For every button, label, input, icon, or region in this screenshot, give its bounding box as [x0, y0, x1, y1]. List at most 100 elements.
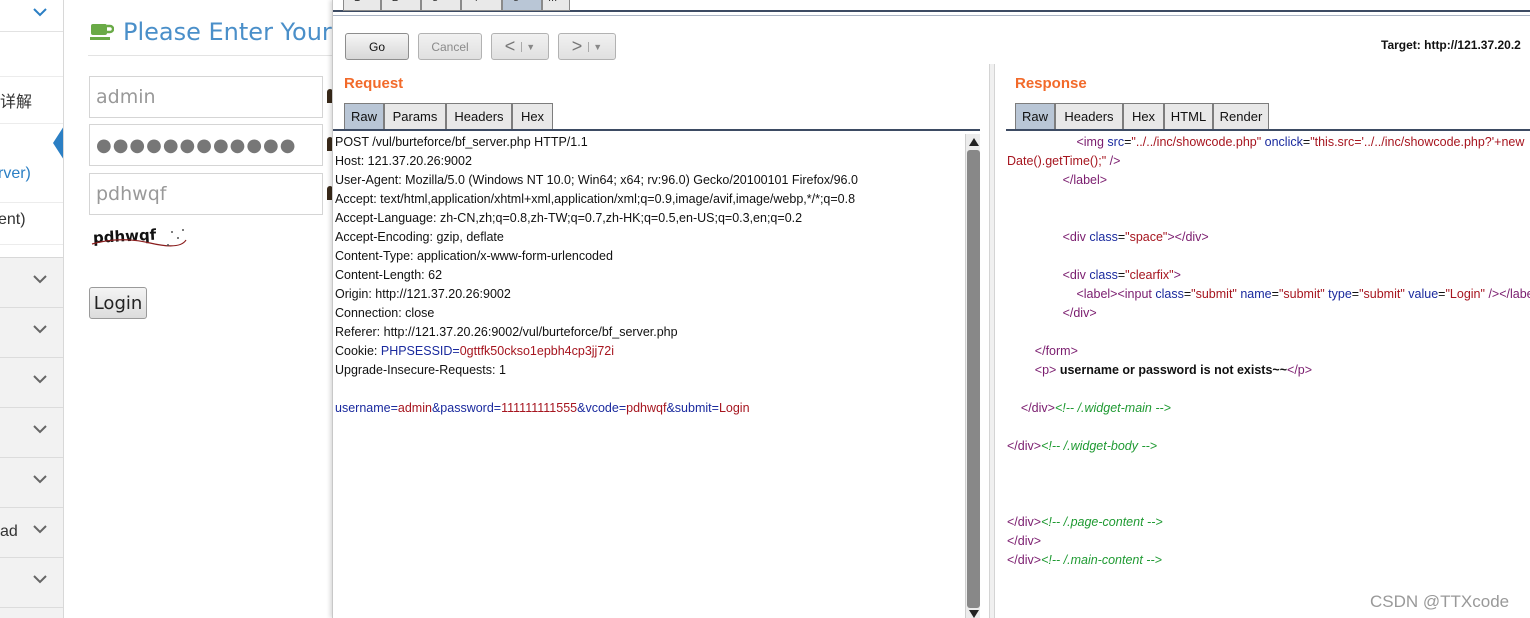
sidebar-group[interactable]: [0, 408, 63, 458]
html-comment: <!-- /.page-content -->: [1041, 515, 1163, 529]
tab-headers[interactable]: Headers: [1055, 103, 1123, 129]
html-comment: <!-- /.widget-body -->: [1041, 439, 1158, 453]
tab-headers[interactable]: Headers: [446, 103, 512, 129]
request-line: POST /vul/burteforce/bf_server.php HTTP/…: [335, 135, 588, 149]
go-button[interactable]: Go: [345, 33, 409, 60]
sidebar-group[interactable]: [0, 458, 63, 508]
forward-button[interactable]: > ▼: [558, 33, 616, 60]
close-icon[interactable]: ×: [481, 0, 487, 4]
error-message: username or password is not exists~~: [1059, 363, 1288, 377]
dropdown-icon[interactable]: ▼: [588, 41, 602, 52]
chevron-down-icon: [33, 524, 47, 534]
chevron-down-icon: [33, 424, 47, 434]
divider: [88, 55, 338, 56]
sidebar-group[interactable]: [0, 258, 63, 308]
sidebar-group-label: ad: [0, 523, 18, 540]
sidebar-collapse[interactable]: [0, 0, 63, 32]
divider: [0, 202, 63, 203]
login-button[interactable]: Login: [89, 287, 147, 319]
tab-4[interactable]: 4×: [461, 0, 502, 11]
tab-more[interactable]: ...: [542, 0, 570, 11]
param-value: Login: [718, 401, 750, 415]
cookie-value: 0gttfk50ckso1epbh4cp3jj72i: [459, 344, 615, 358]
tab-1[interactable]: 1×: [343, 0, 381, 11]
watermark: CSDN @TTXcode: [1370, 592, 1510, 611]
coffee-icon: [90, 22, 115, 47]
request-line: Accept-Language: zh-CN,zh;q=0.8,zh-TW;q=…: [335, 211, 803, 225]
request-line: Origin: http://121.37.20.26:9002: [335, 287, 511, 301]
screen: 爆破详解 rver) ent) ad Please Enter Your In …: [0, 0, 1530, 618]
tab-html[interactable]: HTML: [1164, 103, 1213, 129]
close-icon[interactable]: ×: [363, 0, 369, 4]
param-key: password: [440, 401, 494, 415]
param-value: admin: [397, 401, 432, 415]
param-key: vcode: [585, 401, 619, 415]
divider: [0, 76, 63, 77]
login-panel: Please Enter Your In admin ●●●●●●●●●●●● …: [64, 0, 362, 618]
close-icon[interactable]: ×: [401, 0, 407, 4]
tab-hex[interactable]: Hex: [1123, 103, 1164, 129]
sidebar-group[interactable]: [0, 308, 63, 358]
tab-raw[interactable]: Raw: [344, 103, 384, 129]
scroll-up-icon[interactable]: [969, 138, 979, 146]
close-icon[interactable]: ×: [522, 0, 528, 4]
request-editor[interactable]: POST /vul/burteforce/bf_server.php HTTP/…: [335, 133, 963, 418]
request-line: Content-Type: application/x-www-form-url…: [335, 249, 613, 263]
pane-splitter[interactable]: [989, 64, 995, 618]
captcha-image[interactable]: pdhwqf: [90, 224, 188, 250]
request-scrollbar[interactable]: [965, 134, 980, 618]
captcha-text: pdhwqf: [93, 226, 158, 247]
password-input[interactable]: ●●●●●●●●●●●●: [89, 124, 323, 166]
chevron-down-icon: [33, 474, 47, 484]
request-tabs: Raw Params Headers Hex: [333, 103, 980, 131]
scroll-thumb[interactable]: [967, 150, 980, 608]
app-sidebar: 爆破详解 rver) ent) ad: [0, 0, 64, 618]
close-icon[interactable]: ×: [441, 0, 447, 4]
html-comment: <!-- /.widget-main -->: [1054, 401, 1171, 415]
response-tabs: Raw Headers Hex HTML Render: [1006, 103, 1530, 131]
request-title: Request: [344, 75, 404, 92]
tab-label: 1: [354, 0, 360, 4]
back-button[interactable]: < ▼: [491, 33, 549, 60]
target-label[interactable]: Target: http://121.37.20.2: [1381, 38, 1521, 52]
cookie-name: PHPSESSID: [380, 344, 453, 358]
request-line: Upgrade-Insecure-Requests: 1: [335, 363, 506, 377]
tab-2[interactable]: 2×: [381, 0, 421, 11]
burp-repeater: 1× 2× 3× 4× 5× ... Go Cancel <▼ >▼ Targe…: [332, 0, 1530, 618]
sidebar-item-server[interactable]: rver): [0, 165, 31, 183]
chevron-left-icon: <: [504, 36, 516, 56]
sidebar-group[interactable]: ad: [0, 508, 63, 558]
dropdown-icon[interactable]: ▼: [521, 41, 535, 52]
chevron-down-icon: [33, 374, 47, 384]
param-key: username: [335, 401, 391, 415]
tab-5[interactable]: 5×: [502, 0, 542, 11]
sidebar-item-client[interactable]: ent): [0, 211, 26, 229]
cancel-button[interactable]: Cancel: [418, 33, 482, 60]
tab-label: 2: [392, 0, 398, 4]
divider: [0, 244, 63, 245]
tab-hex[interactable]: Hex: [512, 103, 553, 129]
request-line: Content-Length: 62: [335, 268, 443, 282]
cookie-prefix: Cookie:: [335, 344, 381, 358]
divider: [0, 123, 63, 124]
tab-render[interactable]: Render: [1213, 103, 1269, 129]
page-title: Please Enter Your In: [123, 18, 362, 46]
active-indicator: [53, 126, 63, 160]
request-line: Connection: close: [335, 306, 435, 320]
sidebar-item-bruteforce[interactable]: 爆破详解: [0, 88, 32, 112]
sidebar-group[interactable]: [0, 358, 63, 408]
chevron-down-icon: [32, 6, 48, 18]
tab-params[interactable]: Params: [384, 103, 446, 129]
tab-raw[interactable]: Raw: [1015, 103, 1055, 129]
html-comment: <!-- /.main-content -->: [1041, 553, 1162, 567]
request-line: Accept-Encoding: gzip, deflate: [335, 230, 504, 244]
param-key: submit: [674, 401, 712, 415]
request-line: Host: 121.37.20.26:9002: [335, 154, 472, 168]
vcode-input[interactable]: pdhwqf: [89, 173, 323, 215]
sidebar-group[interactable]: [0, 558, 63, 608]
tab-3[interactable]: 3×: [421, 0, 461, 11]
response-viewer[interactable]: <img src="../../inc/showcode.php" onclic…: [1007, 133, 1530, 570]
chevron-down-icon: [33, 274, 47, 284]
scroll-down-icon[interactable]: [969, 610, 979, 618]
username-input[interactable]: admin: [89, 76, 323, 118]
